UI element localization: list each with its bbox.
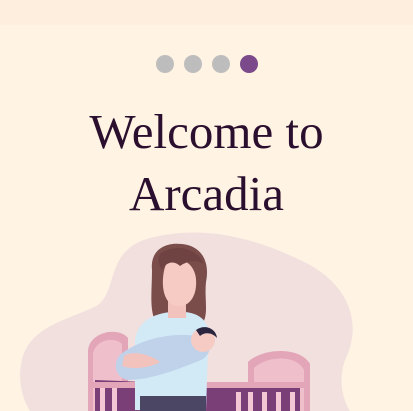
page-dot-1[interactable] (155, 55, 174, 73)
mother-baby-illustration (20, 232, 353, 411)
page-indicator (0, 55, 413, 73)
status-bar (0, 0, 413, 25)
page-dot-2[interactable] (183, 55, 202, 73)
welcome-title-line1: Welcome to (89, 104, 324, 159)
welcome-title-line2: Arcadia (128, 166, 285, 221)
welcome-title: Welcome to Arcadia (0, 101, 413, 225)
page-dot-3[interactable] (211, 55, 230, 73)
page-dot-4-active[interactable] (239, 55, 258, 73)
